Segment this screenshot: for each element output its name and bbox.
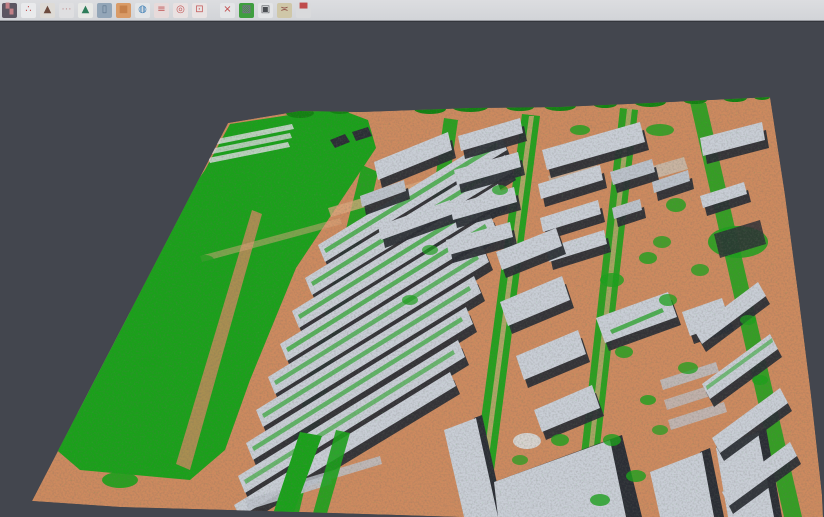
- viewport-3d[interactable]: [0, 21, 824, 517]
- layers-list-icon[interactable]: ≡: [154, 3, 169, 18]
- extent-icon[interactable]: ⊡: [192, 3, 207, 18]
- panel-icon[interactable]: ▯: [97, 3, 112, 18]
- clear-selection-icon[interactable]: ×: [220, 3, 235, 18]
- flag-icon[interactable]: ▀: [296, 3, 311, 18]
- terrain-green-icon[interactable]: ▲: [78, 3, 93, 18]
- classification-view-icon[interactable]: ▧: [239, 3, 254, 18]
- project-icon[interactable]: ▚: [2, 3, 17, 18]
- sparse-points-icon[interactable]: ⋯: [59, 3, 74, 18]
- app-window: { "window": { "background": "#43464e" },…: [0, 0, 824, 517]
- points-icon[interactable]: ∴: [21, 3, 36, 18]
- snapshot-icon[interactable]: ▣: [258, 3, 273, 18]
- target-icon[interactable]: ◎: [173, 3, 188, 18]
- ortho-icon[interactable]: ■: [116, 3, 131, 18]
- measure-icon[interactable]: ≍: [277, 3, 292, 18]
- globe-icon[interactable]: ◍: [135, 3, 150, 18]
- tree: [85, 295, 105, 305]
- vegetation-speckle: [0, 22, 824, 517]
- terrain-brown-icon[interactable]: ▲: [40, 3, 55, 18]
- toolbar: ▚ ∴ ▲ ⋯ ▲ ▯ ■ ◍ ≡ ◎ ⊡ × ▧ ▣ ≍ ▀: [0, 0, 824, 21]
